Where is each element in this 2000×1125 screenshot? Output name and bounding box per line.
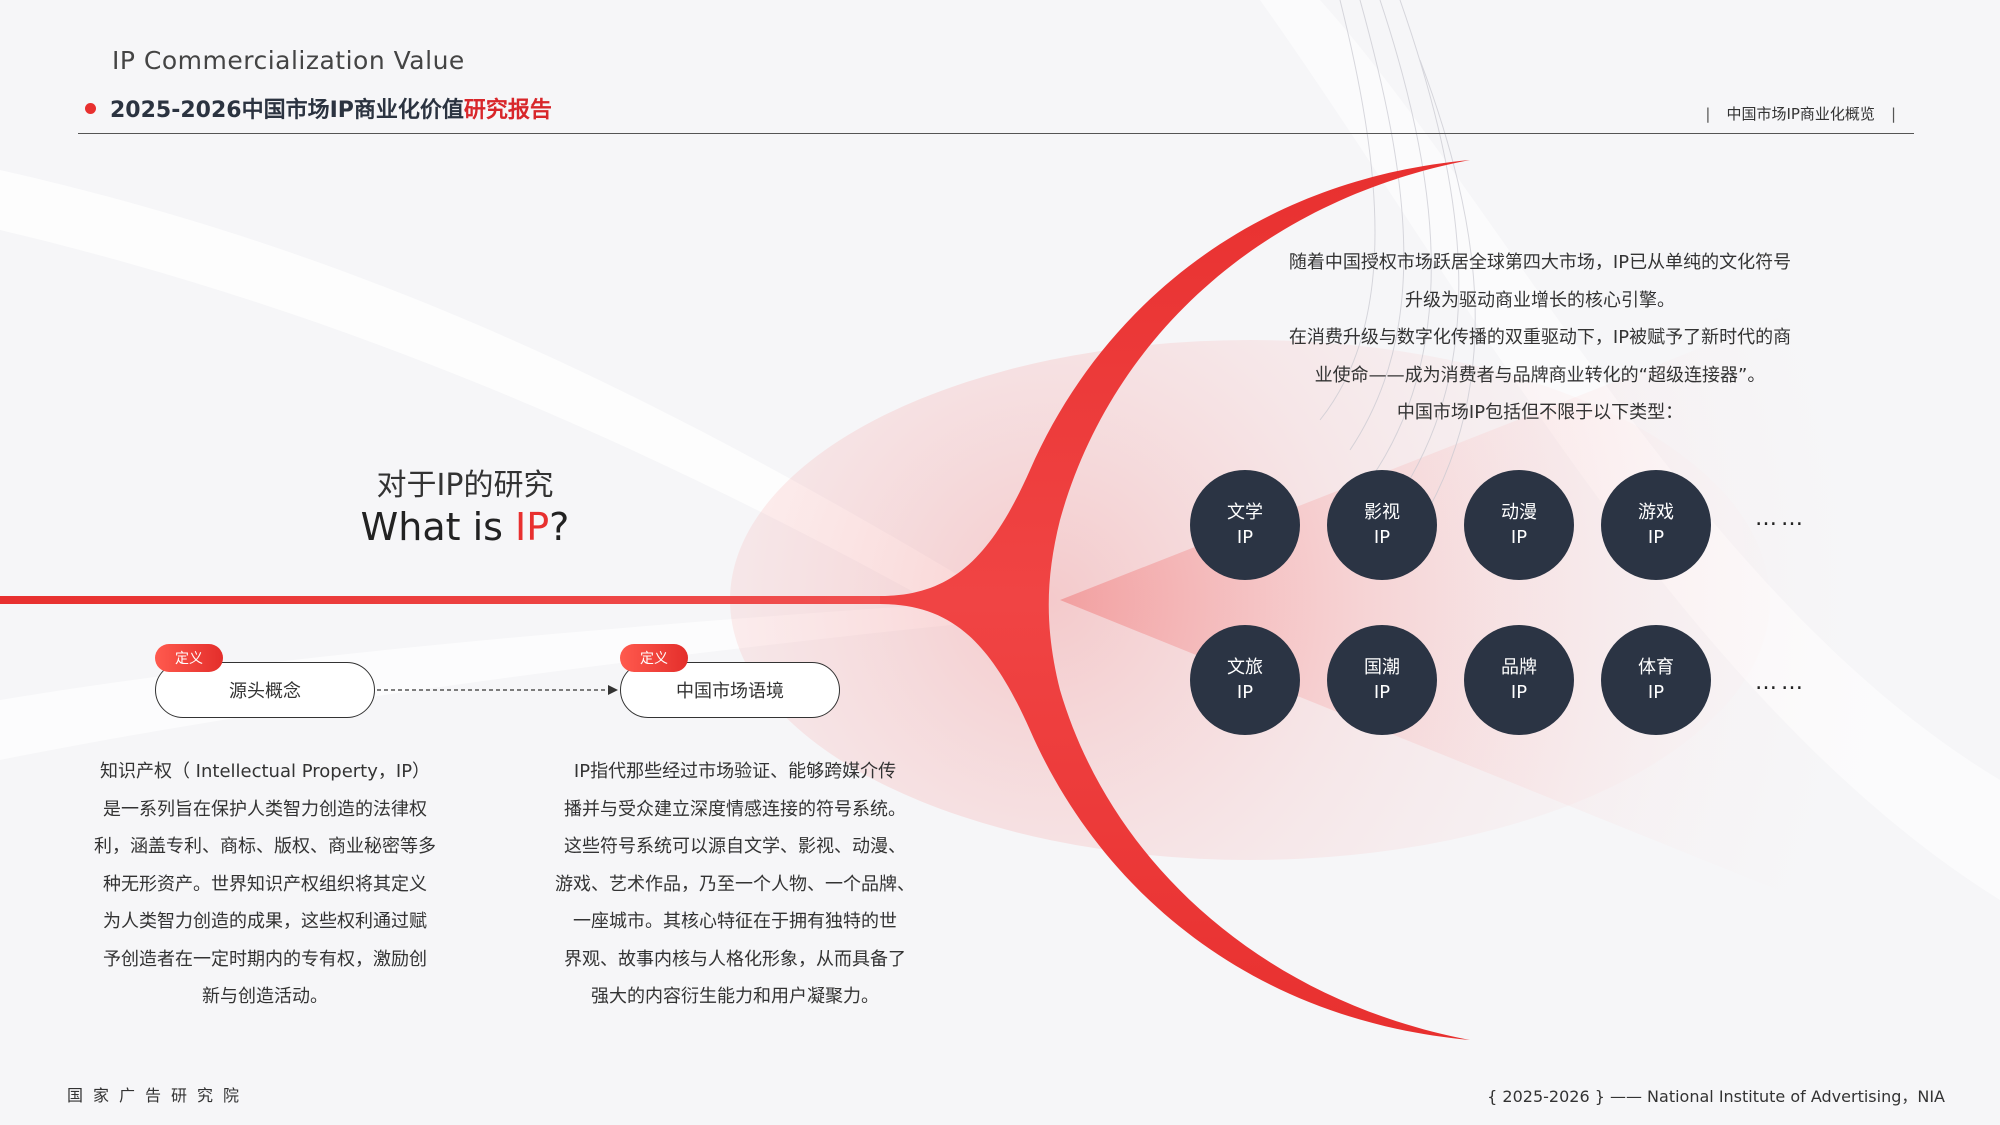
definition-tag: 定义: [620, 644, 688, 672]
question-heading-en: What is IP?: [260, 505, 670, 549]
ip-type-label: 游戏: [1638, 502, 1674, 523]
section-tag: | 中国市场IP商业化概览 |: [1689, 103, 1912, 124]
ip-type-sports: 体育 IP: [1601, 625, 1711, 735]
definition-label: 源头概念: [229, 681, 301, 702]
more-types-ellipsis: ……: [1755, 670, 1807, 695]
ip-type-suffix: IP: [1373, 527, 1391, 548]
text-line: 在消费升级与数字化传播的双重驱动下，IP被赋予了新时代的商: [1288, 327, 1792, 348]
text-line: 这些符号系统可以源自文学、影视、动漫、: [564, 836, 906, 857]
ip-type-suffix: IP: [1236, 682, 1254, 703]
ip-type-label: 品牌: [1501, 657, 1537, 678]
definition-tag: 定义: [155, 644, 223, 672]
text-line: 界观、故事内核与人格化形象，从而具备了: [564, 948, 906, 970]
text-line: 为人类智力创造的成果，这些权利通过赋: [103, 911, 427, 932]
connector-arrow-icon: [377, 685, 618, 695]
ip-type-guochao: 国潮 IP: [1327, 625, 1437, 735]
ip-type-game: 游戏 IP: [1601, 470, 1711, 580]
footer-organization: 国家广告研究院: [67, 1086, 250, 1105]
text-line: 新与创造活动。: [202, 986, 328, 1007]
text-line: 种无形资产。世界知识产权组织将其定义: [103, 873, 427, 895]
ip-type-film: 影视 IP: [1327, 470, 1437, 580]
text-line: 知识产权（ Intellectual Property，IP）: [99, 761, 431, 782]
text-line: 予创造者在一定时期内的专有权，激励创: [103, 948, 427, 970]
text-line: 中国市场IP包括但不限于以下类型：: [1396, 402, 1684, 423]
more-types-ellipsis: ……: [1755, 506, 1807, 531]
question-en-suffix: ?: [549, 505, 570, 549]
english-subtitle: IP Commercialization Value: [112, 46, 465, 75]
ip-type-label: 影视: [1364, 502, 1400, 523]
ip-type-brand: 品牌 IP: [1464, 625, 1574, 735]
divider: |: [1705, 105, 1711, 123]
report-title: 2025-2026中国市场IP商业化价值研究报告: [85, 92, 552, 124]
ip-type-label: 文学: [1227, 502, 1263, 523]
report-title-main: 2025-2026中国市场IP商业化价值: [110, 98, 464, 123]
ip-type-label: 国潮: [1364, 657, 1400, 678]
question-en-highlight: IP: [515, 505, 550, 549]
section-tag-label: 中国市场IP商业化概览: [1726, 105, 1875, 123]
header-divider: [78, 133, 1914, 134]
divider: |: [1890, 105, 1896, 123]
ip-type-suffix: IP: [1510, 682, 1528, 703]
title-bullet-icon: [85, 103, 96, 114]
ip-type-suffix: IP: [1236, 527, 1254, 548]
ip-type-suffix: IP: [1647, 527, 1665, 548]
text-line: 强大的内容衍生能力和用户凝聚力。: [591, 986, 879, 1007]
ip-type-label: 动漫: [1501, 502, 1537, 523]
report-title-highlight: 研究报告: [463, 98, 552, 123]
intro-text: 随着中国授权市场跃居全球第四大市场，IP已从单纯的文化符号 升级为驱动商业增长的…: [1230, 244, 1850, 432]
text-line: 利，涵盖专利、商标、版权、商业秘密等多: [94, 836, 436, 857]
question-en-prefix: What is: [360, 505, 516, 549]
ip-type-anime: 动漫 IP: [1464, 470, 1574, 580]
text-line: 游戏、艺术作品，乃至一个人物、一个品牌、: [555, 873, 915, 895]
text-line: 一座城市。其核心特征在于拥有独特的世: [573, 911, 897, 932]
ip-type-label: 文旅: [1227, 657, 1263, 678]
ip-type-suffix: IP: [1373, 682, 1391, 703]
ip-type-label: 体育: [1638, 657, 1674, 678]
text-line: 是一系列旨在保护人类智力创造的法律权: [103, 798, 427, 820]
ip-type-suffix: IP: [1510, 527, 1528, 548]
definition-text-china: IP指代那些经过市场验证、能够跨媒介传 播并与受众建立深度情感连接的符号系统。 …: [525, 753, 945, 1016]
text-line: 播并与受众建立深度情感连接的符号系统。: [564, 798, 906, 820]
question-heading-cn: 对于IP的研究: [376, 468, 554, 503]
text-line: 升级为驱动商业增长的核心引擎。: [1405, 289, 1675, 311]
text-line: 随着中国授权市场跃居全球第四大市场，IP已从单纯的文化符号: [1288, 252, 1792, 273]
text-line: IP指代那些经过市场验证、能够跨媒介传: [573, 761, 897, 782]
text-line: 业使命——成为消费者与品牌商业转化的“超级连接器”。: [1314, 364, 1766, 386]
ip-type-suffix: IP: [1647, 682, 1665, 703]
ip-type-tourism: 文旅 IP: [1190, 625, 1300, 735]
footer-credit: { 2025-2026 } —— National Institute of A…: [1487, 1087, 1945, 1106]
definition-label: 中国市场语境: [676, 681, 784, 702]
ip-type-literature: 文学 IP: [1190, 470, 1300, 580]
definition-text-source: 知识产权（ Intellectual Property，IP） 是一系列旨在保护…: [60, 753, 470, 1016]
